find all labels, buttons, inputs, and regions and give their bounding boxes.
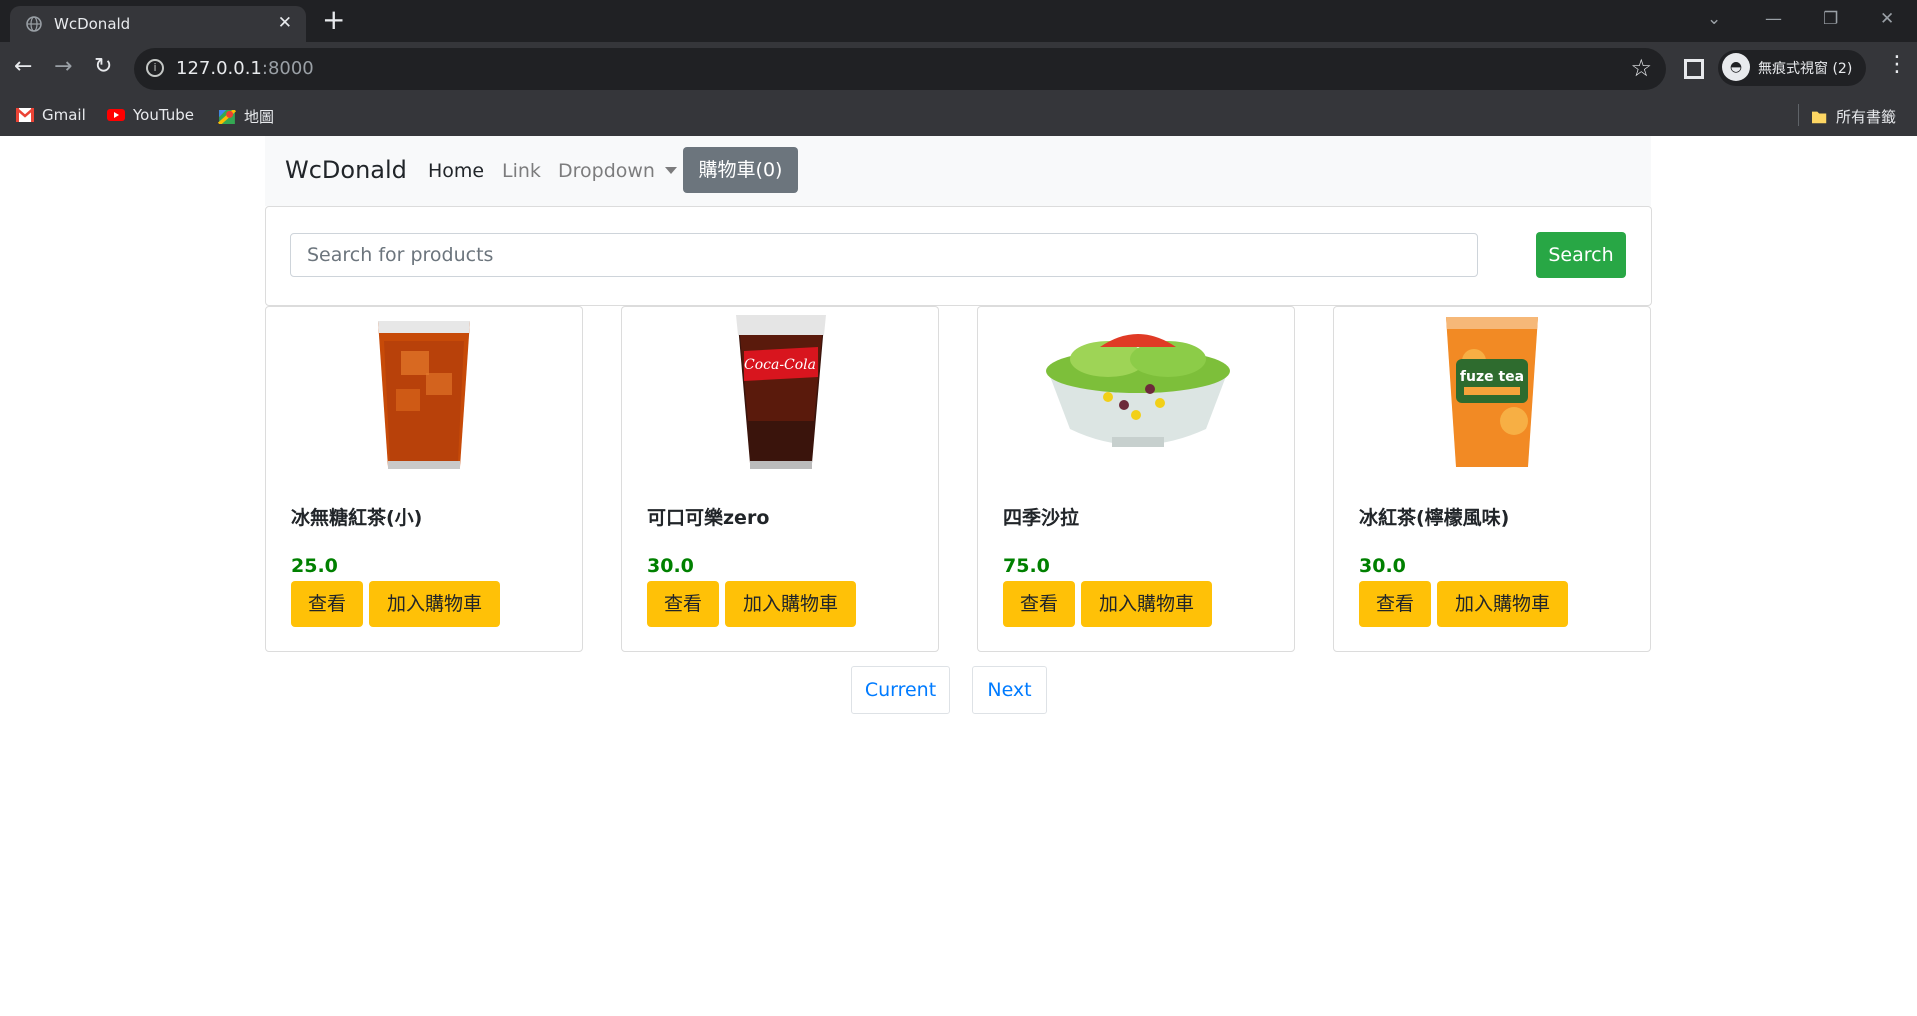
- site-navbar: WcDonald Home Link Dropdown 購物車(0): [265, 136, 1651, 206]
- gmail-icon: [16, 108, 34, 122]
- product-price: 30.0: [647, 555, 694, 577]
- search-input[interactable]: [290, 233, 1478, 277]
- incognito-icon: ◓: [1722, 53, 1750, 81]
- product-price: 75.0: [1003, 555, 1050, 577]
- product-card: fuze tea 冰紅茶(檸檬風味) 30.0 查看 加入購物車: [1333, 306, 1651, 652]
- product-image-garden-salad: [1046, 334, 1230, 447]
- view-button[interactable]: 查看: [1359, 581, 1431, 627]
- product-price: 30.0: [1359, 555, 1406, 577]
- nav-link[interactable]: Link: [502, 160, 541, 182]
- site-info-icon[interactable]: i: [146, 59, 164, 77]
- close-tab-icon[interactable]: ✕: [278, 13, 292, 33]
- product-image-iced-black-tea: [378, 321, 470, 469]
- search-card: Search: [265, 206, 1652, 306]
- product-card: Coca-Cola 可口可樂zero 30.0 查看 加入購物車: [621, 306, 939, 652]
- bookmark-youtube[interactable]: YouTube: [107, 106, 194, 124]
- svg-text:Coca-Cola: Coca-Cola: [744, 357, 816, 373]
- search-button[interactable]: Search: [1536, 232, 1626, 278]
- browser-tab-strip: WcDonald ✕ + ⌄ — ❐ ✕: [0, 0, 1917, 42]
- product-name[interactable]: 可口可樂zero: [647, 503, 769, 530]
- minimize-icon[interactable]: —: [1765, 9, 1782, 29]
- product-card: 四季沙拉 75.0 查看 加入購物車: [977, 306, 1295, 652]
- incognito-indicator[interactable]: ◓ 無痕式視窗 (2): [1718, 50, 1866, 86]
- close-window-icon[interactable]: ✕: [1880, 9, 1894, 29]
- product-name[interactable]: 四季沙拉: [1003, 503, 1079, 530]
- new-tab-icon[interactable]: +: [322, 6, 345, 34]
- browser-toolbar: ← → ↻ i 127.0.0.1:8000 ☆ ◓ 無痕式視窗 (2) ⋮: [0, 42, 1917, 96]
- side-panel-icon[interactable]: [1684, 59, 1704, 79]
- add-to-cart-button[interactable]: 加入購物車: [1437, 581, 1568, 627]
- youtube-icon: [107, 109, 125, 121]
- bookmark-gmail[interactable]: Gmail: [16, 106, 86, 124]
- browser-tab[interactable]: WcDonald ✕: [10, 6, 306, 42]
- product-name[interactable]: 冰紅茶(檸檬風味): [1359, 503, 1509, 530]
- pagination-next[interactable]: Next: [972, 666, 1047, 714]
- bookmarks-bar: Gmail YouTube 地圖 所有書籤: [0, 96, 1917, 136]
- folder-icon: [1812, 111, 1827, 124]
- bookmark-star-icon[interactable]: ☆: [1630, 54, 1652, 82]
- address-bar[interactable]: i 127.0.0.1:8000 ☆: [134, 48, 1666, 90]
- pagination-current[interactable]: Current: [851, 666, 950, 714]
- globe-icon: [26, 16, 42, 32]
- forward-icon[interactable]: →: [54, 54, 72, 80]
- maps-icon: [218, 110, 236, 124]
- product-card: 冰無糖紅茶(小) 25.0 查看 加入購物車: [265, 306, 583, 652]
- view-button[interactable]: 查看: [1003, 581, 1075, 627]
- product-image-coca-cola-zero: Coca-Cola: [736, 315, 826, 469]
- reload-icon[interactable]: ↻: [94, 54, 112, 80]
- back-icon[interactable]: ←: [14, 54, 32, 80]
- incognito-label: 無痕式視窗 (2): [1758, 61, 1853, 77]
- bookmarks-separator: [1798, 104, 1799, 126]
- add-to-cart-button[interactable]: 加入購物車: [369, 581, 500, 627]
- url-text[interactable]: 127.0.0.1:8000: [176, 58, 314, 79]
- add-to-cart-button[interactable]: 加入購物車: [725, 581, 856, 627]
- tab-title: WcDonald: [54, 15, 131, 33]
- product-price: 25.0: [291, 555, 338, 577]
- product-image-fuze-lemon-tea: fuze tea: [1446, 317, 1538, 467]
- browser-menu-icon[interactable]: ⋮: [1886, 52, 1908, 77]
- view-button[interactable]: 查看: [291, 581, 363, 627]
- tab-search-icon[interactable]: ⌄: [1707, 9, 1721, 29]
- nav-home[interactable]: Home: [428, 160, 484, 182]
- brand-logo[interactable]: WcDonald: [285, 156, 407, 184]
- product-name[interactable]: 冰無糖紅茶(小): [291, 503, 422, 530]
- caret-down-icon: [664, 167, 677, 174]
- page-content: WcDonald Home Link Dropdown 購物車(0) Searc…: [0, 136, 1917, 1016]
- svg-text:fuze tea: fuze tea: [1460, 369, 1524, 385]
- all-bookmarks[interactable]: 所有書籤: [1812, 106, 1896, 127]
- restore-icon[interactable]: ❐: [1823, 9, 1838, 29]
- nav-dropdown[interactable]: Dropdown: [558, 160, 677, 182]
- add-to-cart-button[interactable]: 加入購物車: [1081, 581, 1212, 627]
- cart-button[interactable]: 購物車(0): [683, 147, 798, 193]
- bookmark-maps[interactable]: 地圖: [218, 106, 274, 127]
- view-button[interactable]: 查看: [647, 581, 719, 627]
